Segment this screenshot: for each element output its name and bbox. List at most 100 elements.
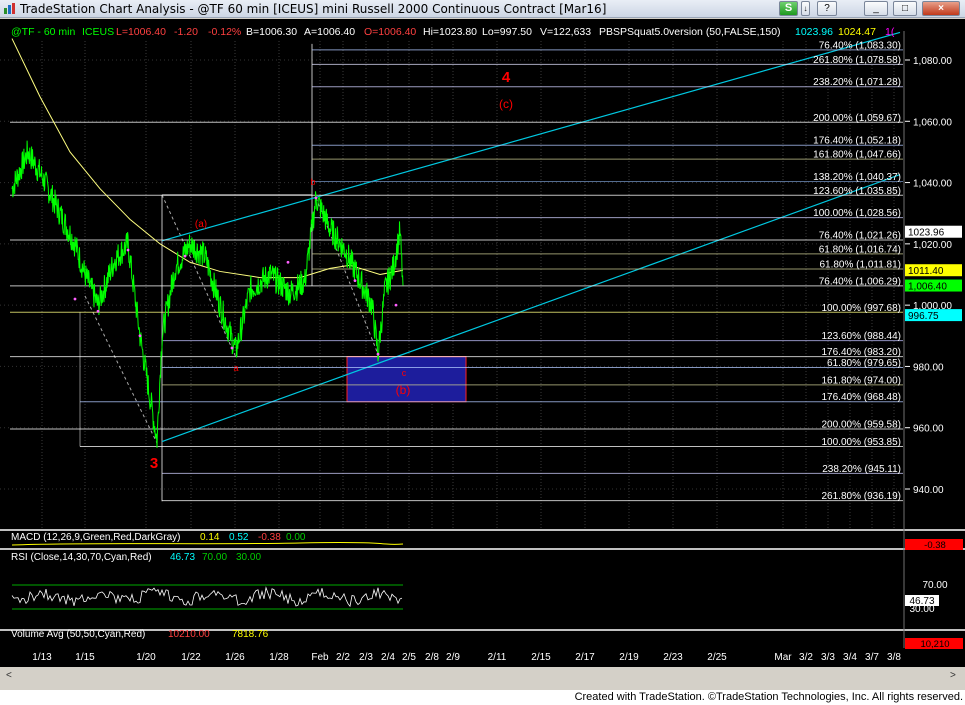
high-price: Hi=1023.80 xyxy=(423,26,477,38)
change-pct: -0.12% xyxy=(208,26,241,38)
fib-levels: 76.40% (1,083.30) 261.80% (1,078.58) 238.2… xyxy=(10,40,903,502)
price-badge-text: 996.75 xyxy=(908,311,939,322)
fib-level-label: 61.80% (1,016.74) xyxy=(819,244,901,255)
rsi-values: 46.73 70.00 30.00 xyxy=(170,552,261,563)
rsi-label: RSI (Close,14,30,70,Cyan,Red) xyxy=(11,552,152,563)
wave-label: 3 xyxy=(150,455,158,472)
grid-lines xyxy=(0,41,903,528)
fib-level-label: 76.40% (1,006.29) xyxy=(819,276,901,287)
fib-level-label: 138.20% (1,040.37) xyxy=(813,172,901,183)
indicator-label: PBSPSquat5.0version (50,FALSE,150) xyxy=(599,26,781,38)
wave-label: (c) xyxy=(499,97,513,111)
date-tick-label: 2/25 xyxy=(707,652,727,663)
channel-upper-line xyxy=(161,31,901,242)
date-tick-label: 3/7 xyxy=(865,652,879,663)
change-value: -1.20 xyxy=(174,26,198,38)
fib-level-label: 176.40% (983.20) xyxy=(821,347,901,358)
fib-level-label: 100.00% (997.68) xyxy=(821,303,901,314)
app-window: TradeStation Chart Analysis - @TF 60 min… xyxy=(0,0,965,705)
rsi-value-2: 70.00 xyxy=(202,552,227,563)
maximize-button[interactable]: □ xyxy=(893,1,917,16)
date-tick-label: 2/5 xyxy=(402,652,416,663)
date-tick-label: 1/22 xyxy=(181,652,201,663)
fib-level-label: 123.60% (988.44) xyxy=(821,331,901,342)
date-tick-label: Mar xyxy=(774,652,792,663)
last-price: L=1006.40 xyxy=(116,26,166,38)
date-tick-label: 2/3 xyxy=(359,652,373,663)
macd-value-2: 0.52 xyxy=(229,532,249,543)
scrollbar-track[interactable] xyxy=(0,667,965,681)
scroll-left-arrow[interactable]: < xyxy=(6,670,12,681)
fib-level-label: 161.80% (974.00) xyxy=(821,375,901,386)
chart-area[interactable]: 76.40% (1,083.30) 261.80% (1,078.58) 238.2… xyxy=(0,19,965,681)
swing-point xyxy=(394,303,398,307)
volume-value-1: 10210.00 xyxy=(168,629,210,640)
macd-values: 0.14 0.52 -0.38 0.00 xyxy=(200,532,306,543)
fib-level-label: 61.80% (979.65) xyxy=(827,358,901,369)
dropdown-arrow-button[interactable]: ↓ xyxy=(801,1,810,16)
volume-label: Volume Avg (50,50,Cyan,Red) xyxy=(11,629,145,640)
price-axis: 1,080.001,060.001,040.001,020.001,000.00… xyxy=(905,56,962,496)
symbol-label: @TF - 60 min xyxy=(11,26,75,38)
chart-header: @TF - 60 min ICEUS L=1006.40 -1.20 -0.12… xyxy=(11,26,895,38)
price-badge-text: 1023.96 xyxy=(908,228,945,239)
swing-point xyxy=(230,346,234,350)
rsi-tick-70: 70.00 xyxy=(922,580,947,591)
price-tick-label: 1,060.00 xyxy=(913,117,952,128)
wave-label: b xyxy=(310,177,315,187)
swing-point xyxy=(96,309,100,313)
swing-point xyxy=(286,260,290,264)
fib-level-label: 238.20% (945.11) xyxy=(822,464,901,475)
macd-value-3: -0.38 xyxy=(258,532,281,543)
swing-point xyxy=(138,334,142,338)
date-tick-label: 2/4 xyxy=(381,652,395,663)
macd-header: MACD (12,26,9,Green,Red,DarkGray) xyxy=(11,532,181,543)
date-tick-label: 3/3 xyxy=(821,652,835,663)
date-axis: 1/13 1/15 1/20 1/22 1/26 1/28 Feb 2/2 2/3 2/4 2/5 2… xyxy=(32,652,901,663)
exchange-label: ICEUS xyxy=(82,26,114,38)
swing-point xyxy=(314,196,318,200)
trend-channels xyxy=(161,31,901,443)
price-tick-label: 980.00 xyxy=(913,362,944,373)
date-tick-label: 2/19 xyxy=(619,652,639,663)
date-tick-label: 2/8 xyxy=(425,652,439,663)
strategy-s-button[interactable]: S xyxy=(779,1,798,16)
macd-value-4: 0.00 xyxy=(286,532,306,543)
date-tick-label: 1/26 xyxy=(225,652,245,663)
macd-label: MACD (12,26,9,Green,Red,DarkGray) xyxy=(11,532,181,543)
swing-point xyxy=(183,254,187,258)
date-tick-label: 2/15 xyxy=(531,652,551,663)
date-tick-label: 2/23 xyxy=(663,652,683,663)
fib-level-label: 261.80% (936.19) xyxy=(821,491,901,502)
indicator-value-2: 1024.47 xyxy=(838,26,876,38)
fib-level-label: 238.20% (1,071.28) xyxy=(813,77,901,88)
wave-label: a xyxy=(233,363,238,373)
minimize-button[interactable]: _ xyxy=(864,1,888,16)
rsi-badge-text: 46.73 xyxy=(909,596,934,607)
low-price: Lo=997.50 xyxy=(482,26,532,38)
price-tick-label: 1,040.00 xyxy=(913,179,952,190)
footer: Created with TradeStation. ©TradeStation… xyxy=(0,690,965,705)
scroll-right-arrow[interactable]: > xyxy=(950,670,956,681)
price-badge-text: 1,006.40 xyxy=(908,282,947,293)
volume-badge-text: 10,210 xyxy=(920,639,949,650)
swing-point xyxy=(353,279,357,283)
date-tick-label: 1/28 xyxy=(269,652,289,663)
date-tick-label: 1/15 xyxy=(75,652,95,663)
rsi-value-3: 30.00 xyxy=(236,552,261,563)
open-price: O=1006.40 xyxy=(364,26,416,38)
volume-value: V=122,633 xyxy=(540,26,591,38)
swing-point xyxy=(376,352,380,356)
date-tick-label: 2/11 xyxy=(488,652,507,663)
date-tick-label: 2/17 xyxy=(575,652,595,663)
date-tick-label: 3/2 xyxy=(799,652,813,663)
macd-value-1: 0.14 xyxy=(200,532,220,543)
help-button[interactable]: ? xyxy=(817,1,837,16)
date-tick-label: 3/4 xyxy=(843,652,857,663)
price-tick-label: 1,020.00 xyxy=(913,240,952,251)
close-button[interactable]: × xyxy=(922,1,960,16)
price-badge-text: 1011.40 xyxy=(908,266,944,277)
price-tick-label: 940.00 xyxy=(913,485,944,496)
fib-level-label: 76.40% (1,083.30) xyxy=(819,40,901,51)
wave-labels: 4 (c) (a) (b) 3 a b c xyxy=(150,69,513,472)
